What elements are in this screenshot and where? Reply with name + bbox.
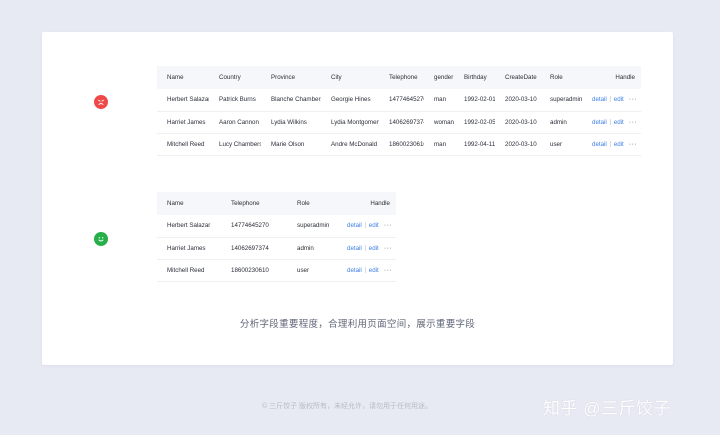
table-cell: 14062697374 [389,118,424,126]
table-cell: admin [297,244,314,252]
table-cell: Patrick Burns [219,96,256,104]
edit-link[interactable]: edit [369,222,379,229]
table-cell: 14062697374 [231,244,269,252]
table-row: Harriet James 14062697374 admin detail edit ·… [157,237,396,259]
table-cell: 1992-02-05 [464,118,495,126]
table-cell: 14774645270 [231,222,269,230]
table-row: Mitchell Reed 18600230610 user detail edit ··… [157,259,396,281]
more-icon[interactable]: ··· [629,119,638,126]
column-header: Telephone [389,74,418,81]
detail-link[interactable]: detail [347,222,362,229]
action-divider [364,222,366,229]
table-cell: woman [434,118,454,126]
table-cell: 18600230610 [389,140,424,148]
handle-cell: detail edit ··· [582,89,641,111]
table-cell: 1992-02-01 [464,96,495,104]
handle-cell: detail edit ··· [337,237,396,259]
table-cell: Mitchell Reed [167,140,205,148]
column-header: Province [271,74,296,81]
action-divider [609,140,611,147]
table-cell: 2020-03-10 [505,140,537,148]
table-cell: 18600230610 [231,266,269,274]
table-cell: superadmin [550,96,582,104]
table-cell: Marie Olson [271,140,305,148]
handle-cell: detail edit ··· [337,259,396,281]
handle-cell: detail edit ··· [582,133,641,155]
column-header: Handle [615,74,635,81]
table-cell: 2020-03-10 [505,96,537,104]
detail-link[interactable]: detail [592,96,607,103]
table-cell: 2020-03-10 [505,118,537,126]
table-cell: 1992-04-11 [464,140,495,148]
table-header-row: Name Country Province City Telephone gender Bi… [157,66,641,89]
table-cell: Blanche Chambers [271,96,321,104]
more-icon[interactable]: ··· [629,96,638,103]
more-icon[interactable]: ··· [384,222,393,229]
table-cell: Herbert Salazar [167,96,209,104]
handle-cell: detail edit ··· [582,111,641,133]
table-cell: admin [550,118,567,126]
column-header: City [331,74,342,81]
table-cell: Mitchell Reed [167,266,205,274]
column-header: gender [434,74,454,81]
edit-link[interactable]: edit [614,119,624,126]
action-divider [609,96,611,103]
edit-link[interactable]: edit [614,96,624,103]
edit-link[interactable]: edit [369,245,379,252]
table-cell: Harriet James [167,118,206,126]
detail-link[interactable]: detail [592,119,607,126]
edit-link[interactable]: edit [614,141,624,148]
column-header: Name [167,200,184,207]
table-cell: man [434,96,447,104]
table-cell: user [550,140,563,148]
column-header: Role [297,200,310,207]
action-divider [609,118,611,125]
handle-cell: detail edit ··· [337,215,396,237]
table-cell: Lydia Wilkins [271,118,307,126]
table-cell: Herbert Salazar [167,222,211,230]
more-icon[interactable]: ··· [629,141,638,148]
action-divider [364,244,366,251]
table-header-row: Name Telephone Role Handle [157,192,396,215]
table-cell: Lucy Chambers [219,140,261,148]
detail-link[interactable]: detail [347,267,362,274]
table-cell: Lydia Montgomery [331,118,379,126]
table-cell: superadmin [297,222,330,230]
column-header: CreateDate [505,74,537,81]
watermark: 知乎 @三斤饺子 [543,399,671,418]
table-cell: user [297,266,310,274]
table-row: Mitchell Reed Lucy Chambers Marie Olson And… [157,133,641,155]
column-header: Telephone [231,200,260,207]
table-cell: Andre McDonald [331,140,378,148]
smile-face-icon [94,232,108,246]
action-divider [364,266,366,273]
column-header: Name [167,74,184,81]
table-cell: Aaron Cannon [219,118,259,126]
more-icon[interactable]: ··· [384,245,393,252]
edit-link[interactable]: edit [369,267,379,274]
detail-link[interactable]: detail [592,141,607,148]
copyright-footer: © 三斤饺子 版权所有，未经允许，请勿用于任何用途。 [262,403,433,410]
compact-field-table: Name Telephone Role Handle Herbert Salazar 1… [157,192,396,282]
column-header: Birthday [464,74,487,81]
table-row: Harriet James Aaron Cannon Lydia Wilkins Ly… [157,111,641,133]
table-cell: Harriet James [167,244,206,252]
table-cell: 14774645270 [389,96,424,104]
table-cell: man [434,140,447,148]
table-row: Herbert Salazar Patrick Burns Blanche Cham… [157,89,641,111]
column-header: Role [550,74,563,81]
column-header: Country [219,74,241,81]
sad-face-icon [94,95,108,109]
detail-link[interactable]: detail [347,245,362,252]
column-header: Handle [370,200,390,207]
table-row: Herbert Salazar 14774645270 superadmin deta… [157,215,396,237]
table-cell: Georgie Hines [331,96,371,104]
full-field-table: Name Country Province City Telephone gender Bi… [157,66,641,156]
caption-text: 分析字段重要程度，合理利用页面空间，展示重要字段 [239,319,476,330]
more-icon[interactable]: ··· [384,267,393,274]
